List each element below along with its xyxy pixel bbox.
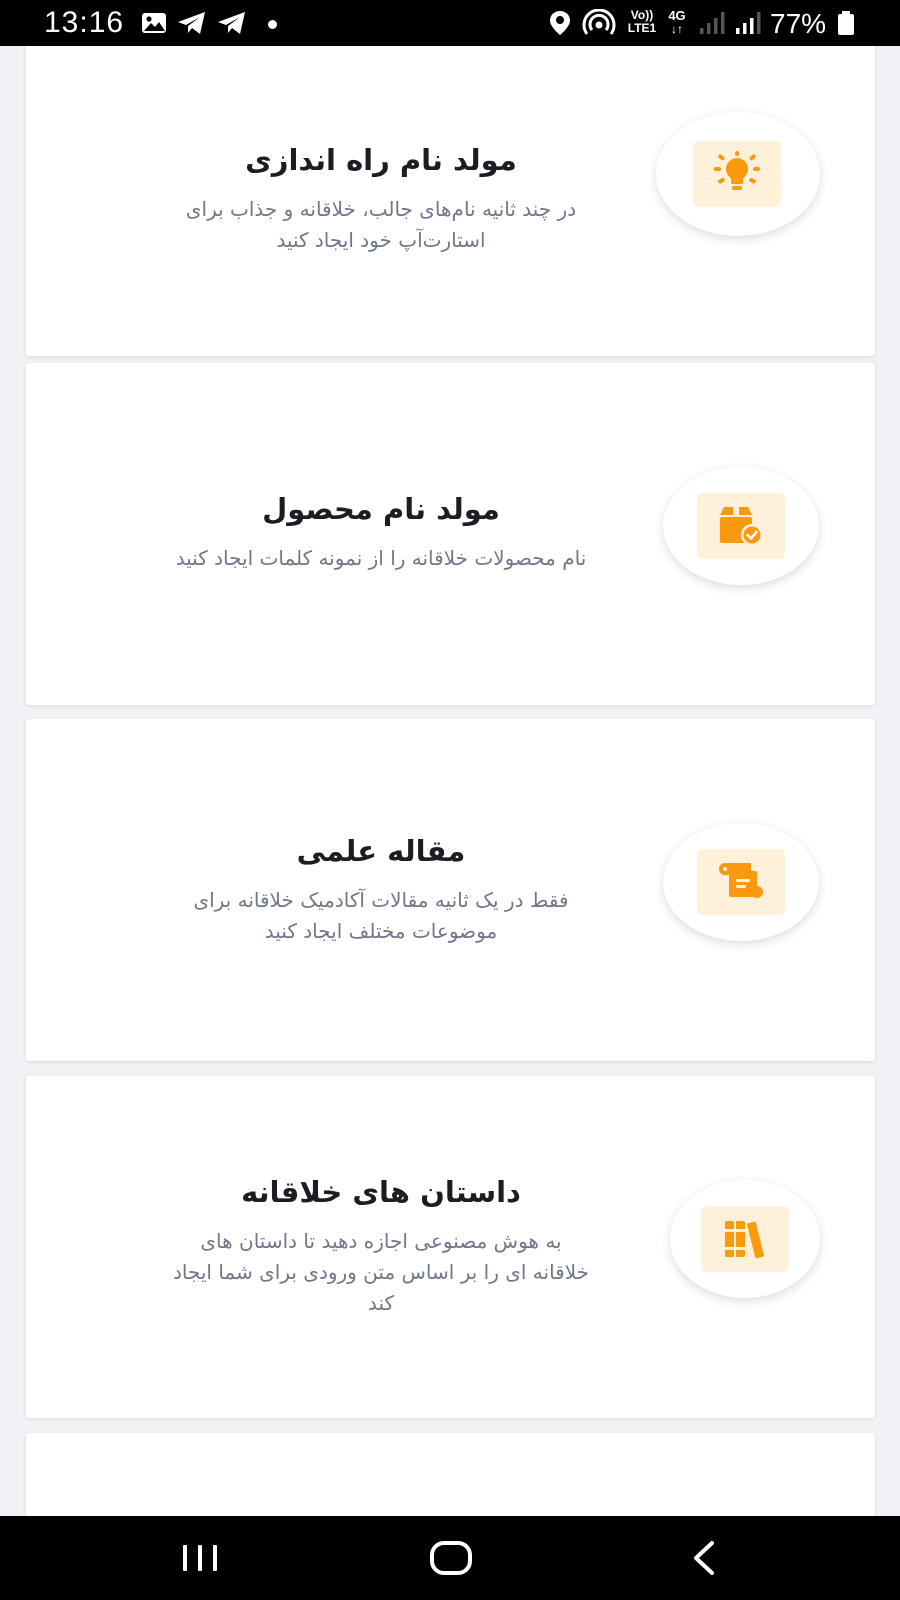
hotspot-icon — [582, 9, 616, 35]
icon-circle — [670, 1180, 820, 1298]
back-icon — [694, 1541, 714, 1575]
icon-tile — [697, 493, 785, 559]
card-text: مولد نام محصول نام محصولات خلاقانه را از… — [96, 487, 666, 574]
tools-feed: مولد نام راه اندازی در چند ثانیه نام‌های… — [0, 46, 900, 1516]
volte-bottom-text: LTE1 — [627, 21, 657, 35]
tool-card-scientific-article[interactable]: مقاله علمی فقط در یک ثانیه مقالات آکادمی… — [26, 719, 875, 1061]
icon-circle — [656, 112, 820, 236]
data-arrows-icon: ↓↑ — [671, 22, 683, 36]
icon-circle — [663, 467, 819, 585]
lightbulb-icon — [714, 151, 760, 190]
card-description-line: نام محصولات خلاقانه را از نمونه کلمات ای… — [175, 546, 587, 570]
network-type: 4G ↓↑ — [664, 9, 690, 35]
network-type-text: 4G — [668, 8, 686, 23]
card-title: داستان های خلاقانه — [241, 1175, 521, 1209]
tool-card-creative-stories[interactable]: داستان های خلاقانه به هوش مصنوعی اجازه د… — [26, 1076, 875, 1418]
signal-icon — [736, 12, 761, 34]
card-description-line: استارت‌آپ خود ایجاد کنید — [276, 228, 486, 252]
card-description-line: کند — [367, 1291, 395, 1315]
books-icon — [725, 1221, 764, 1259]
card-title: مقاله علمی — [296, 834, 466, 868]
back-button[interactable] — [680, 1536, 730, 1580]
home-button[interactable] — [426, 1536, 476, 1580]
card-text: مقاله علمی فقط در یک ثانیه مقالات آکادمی… — [96, 829, 666, 947]
signal-icon — [700, 12, 725, 34]
scroll-icon — [719, 863, 763, 898]
card-description: به هوش مصنوعی اجازه دهید تا داستان های خ… — [96, 1226, 666, 1319]
card-title: مولد نام محصول — [262, 492, 500, 526]
card-description-line: موضوعات مختلف ایجاد کنید — [264, 919, 498, 943]
card-description-line: به هوش مصنوعی اجازه دهید تا داستان های — [200, 1229, 562, 1253]
card-description-line: در چند ثانیه نام‌های جالب، خلاقانه و جذا… — [185, 197, 577, 221]
card-description-line: فقط در یک ثانیه مقالات آکادمیک خلاقانه ب… — [193, 888, 569, 912]
card-description: فقط در یک ثانیه مقالات آکادمیک خلاقانه ب… — [96, 885, 666, 947]
card-description: نام محصولات خلاقانه را از نمونه کلمات ای… — [96, 543, 666, 574]
status-bar: 13:16 Vo)) LTE1 4G ↓↑ 77% — [0, 0, 900, 46]
recent-apps-icon — [183, 1545, 217, 1571]
navigation-bar — [0, 1516, 900, 1600]
location-icon — [550, 11, 570, 35]
notification-dot — [268, 20, 277, 29]
telegram-icon — [218, 12, 245, 34]
battery-icon — [838, 11, 854, 35]
telegram-icon — [178, 12, 205, 34]
card-description: در چند ثانیه نام‌های جالب، خلاقانه و جذا… — [96, 194, 666, 256]
icon-tile — [701, 1206, 789, 1272]
battery-percent: 77% — [770, 8, 827, 39]
home-icon — [430, 1541, 472, 1575]
card-title: مولد نام راه اندازی — [245, 143, 517, 177]
icon-circle — [663, 823, 819, 941]
recent-apps-button[interactable] — [175, 1536, 225, 1580]
icon-tile — [697, 849, 785, 915]
icon-tile — [693, 141, 781, 207]
volte-label: Vo)) LTE1 — [624, 9, 660, 34]
status-time: 13:16 — [44, 6, 125, 39]
card-text: داستان های خلاقانه به هوش مصنوعی اجازه د… — [96, 1170, 666, 1319]
tool-card-product-name[interactable]: مولد نام محصول نام محصولات خلاقانه را از… — [26, 363, 875, 705]
card-description-line: خلاقانه ای را بر اساس متن ورودی برای شما… — [172, 1260, 590, 1284]
box-check-icon — [720, 507, 763, 546]
card-text: مولد نام راه اندازی در چند ثانیه نام‌های… — [96, 138, 666, 256]
tool-card-startup-name[interactable]: مولد نام راه اندازی در چند ثانیه نام‌های… — [26, 46, 875, 356]
image-icon — [142, 13, 166, 33]
volte-top-text: Vo)) — [630, 8, 654, 22]
tool-card-next[interactable] — [26, 1433, 875, 1516]
